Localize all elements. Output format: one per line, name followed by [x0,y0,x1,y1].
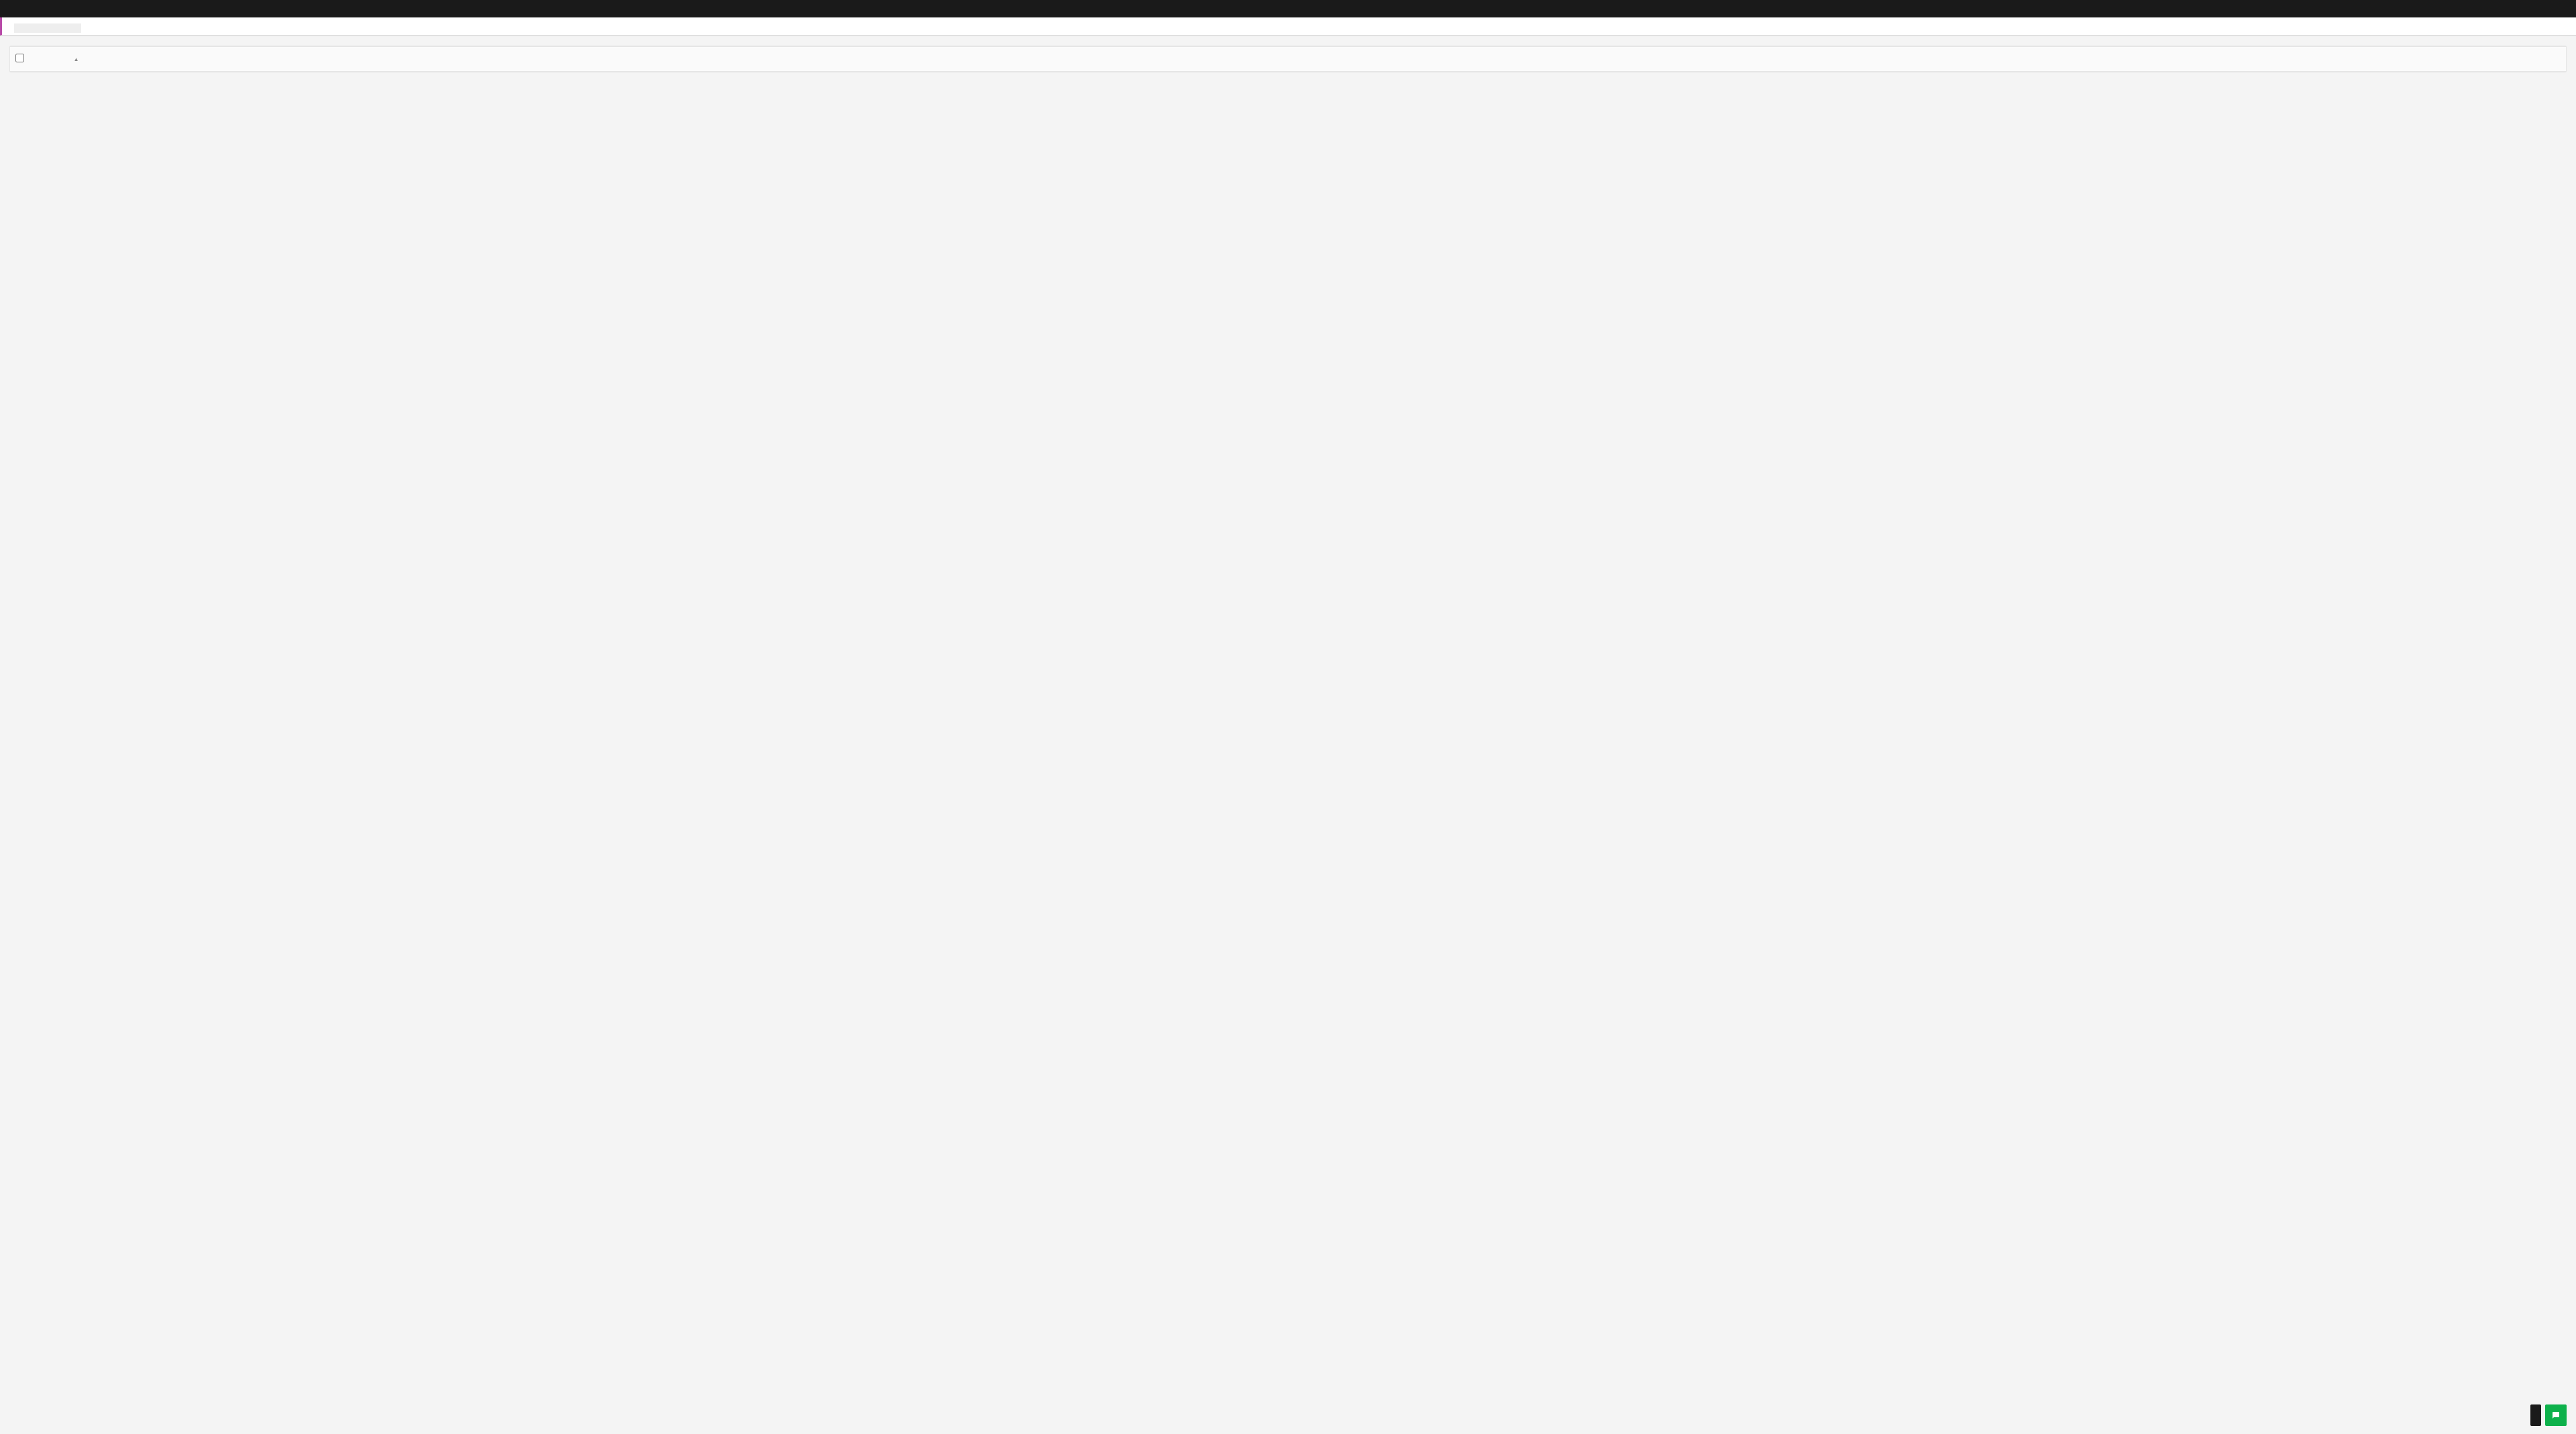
col-threshold[interactable] [1070,47,1354,72]
chat-button[interactable] [2545,1404,2567,1426]
server-title-blur [14,23,81,33]
col-actions [2244,47,2566,72]
alarm-badge[interactable] [2530,1404,2541,1426]
floating-widgets [2530,1404,2567,1426]
page-header [0,17,2576,36]
monitors-panel: ▲ [9,46,2567,72]
select-all-checkbox[interactable] [15,54,24,62]
chat-icon [2552,1411,2560,1419]
sort-asc-icon: ▲ [74,56,79,62]
col-interval[interactable] [786,47,1070,72]
col-last-polled[interactable] [1354,47,1979,72]
monitors-table: ▲ [10,47,2566,72]
col-protocol[interactable] [502,47,786,72]
top-nav [0,0,2576,17]
col-monitors[interactable]: ▲ [67,47,502,72]
col-value[interactable] [1979,47,2244,72]
